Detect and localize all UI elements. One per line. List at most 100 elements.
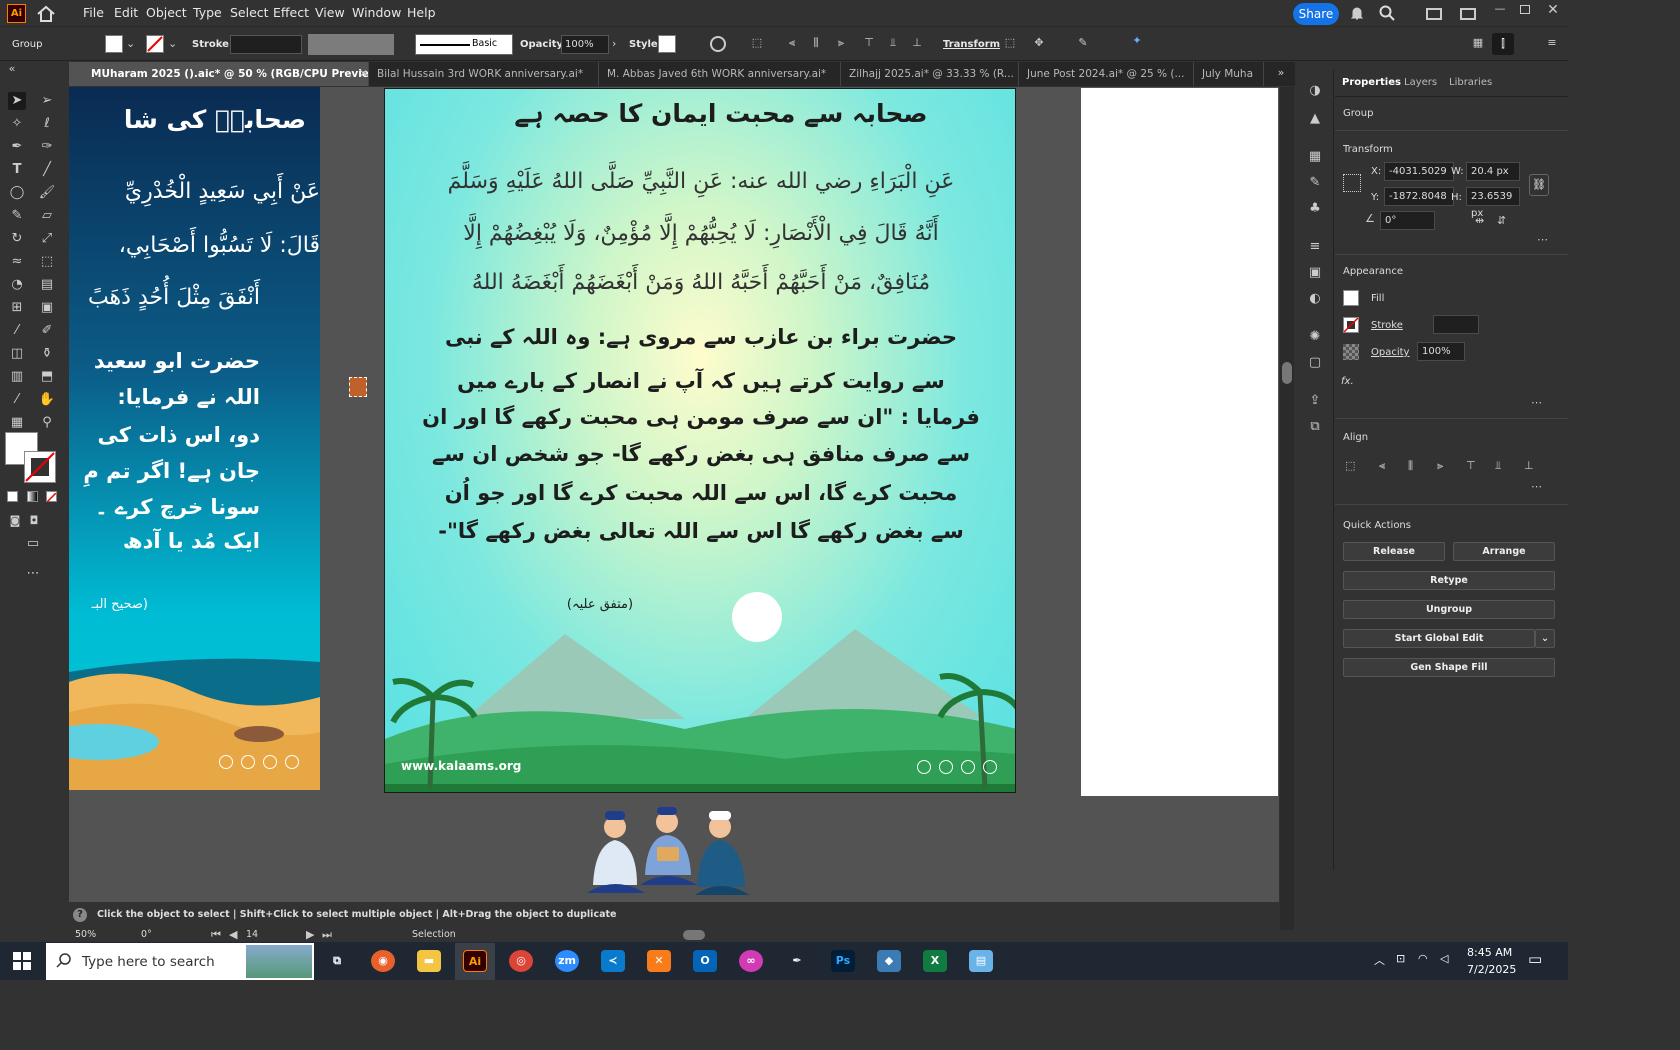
- image-trace-icon[interactable]: ▲: [1306, 110, 1324, 128]
- graphic-style-swatch[interactable]: [658, 35, 676, 53]
- draw-normal-icon[interactable]: ◙: [6, 512, 24, 530]
- workspace-icon[interactable]: [1460, 8, 1476, 20]
- brushes-icon[interactable]: ✎: [1306, 174, 1324, 192]
- align-bottom-icon[interactable]: ⊥: [1524, 459, 1534, 472]
- opacity-label[interactable]: Opacity: [1371, 347, 1409, 358]
- eraser-tool-icon[interactable]: ▱: [38, 207, 56, 225]
- tab-libraries[interactable]: Libraries: [1449, 77, 1492, 88]
- export-icon[interactable]: ⇪: [1306, 392, 1324, 410]
- menu-select[interactable]: Select: [230, 5, 269, 20]
- rotate-input[interactable]: 0°: [1380, 211, 1435, 230]
- fill-swatch[interactable]: [1343, 290, 1359, 306]
- tab-abbas[interactable]: M. Abbas Javed 6th WORK anniversary.ai*: [599, 62, 841, 86]
- stroke-panel-icon[interactable]: ≡: [1306, 238, 1324, 256]
- variable-width-profile[interactable]: [308, 34, 394, 55]
- line-tool-icon[interactable]: ╱: [38, 161, 56, 179]
- wifi-icon[interactable]: ◠: [1418, 952, 1428, 965]
- pen-app-icon[interactable]: ✒: [785, 950, 809, 972]
- color-panel-icon[interactable]: ◑: [1306, 82, 1324, 100]
- more-options-icon[interactable]: ⋯: [1531, 396, 1542, 409]
- task-view-icon[interactable]: ⧉: [325, 950, 349, 972]
- pen-tool-icon[interactable]: ✒: [8, 138, 26, 156]
- swatches-icon[interactable]: ▦: [1306, 148, 1324, 166]
- xampp-icon[interactable]: ✕: [647, 950, 671, 972]
- scale-tool-icon[interactable]: ⤢: [38, 230, 56, 248]
- windows-start-icon[interactable]: [13, 952, 31, 970]
- paintbrush-tool-icon[interactable]: 🖌: [38, 184, 56, 202]
- symbol-sprayer-tool-icon[interactable]: ⚱: [38, 345, 56, 363]
- align-middle-icon[interactable]: ⫫: [885, 36, 901, 50]
- artboards-panel-icon[interactable]: ⧉: [1306, 418, 1324, 436]
- collapse-toolbar-icon[interactable]: «: [6, 62, 18, 75]
- mesh-tool-icon[interactable]: ⊞: [8, 299, 26, 317]
- opacity-input[interactable]: 100%: [561, 35, 609, 54]
- prev-artboard-icon[interactable]: ◀: [229, 928, 237, 941]
- align-to-icon[interactable]: ⬚: [1345, 459, 1355, 472]
- zoom-icon[interactable]: zm: [555, 950, 579, 972]
- stroke-weight-input[interactable]: [230, 35, 302, 54]
- align-top-icon[interactable]: ⊤: [861, 36, 877, 49]
- align-center-icon[interactable]: ⫼: [808, 36, 824, 50]
- puppet-warp-icon[interactable]: ✥: [1030, 36, 1048, 49]
- menu-icon[interactable]: ≡: [1544, 36, 1560, 49]
- menu-file[interactable]: File: [83, 5, 104, 20]
- envelope-icon[interactable]: ✎: [1074, 36, 1092, 49]
- last-artboard-icon[interactable]: ⏭: [322, 928, 332, 942]
- tab-bilal[interactable]: Bilal Hussain 3rd WORK anniversary.ai*: [369, 62, 599, 86]
- flip-horizontal-icon[interactable]: ⇹: [1475, 214, 1484, 227]
- start-global-edit-button[interactable]: Start Global Edit: [1343, 629, 1535, 648]
- chevron-up-icon[interactable]: ︿: [1374, 952, 1385, 968]
- artboard-tool-icon[interactable]: ⬒: [38, 368, 56, 386]
- menu-help[interactable]: Help: [407, 5, 436, 20]
- constrain-proportions-icon[interactable]: ⛓: [1529, 174, 1549, 196]
- fill-swatch[interactable]: [105, 35, 123, 53]
- creative-cloud-icon[interactable]: ∞: [739, 950, 763, 972]
- fill-label[interactable]: Fill: [1371, 293, 1384, 304]
- selected-group-bounding-box[interactable]: [349, 377, 367, 397]
- flip-vertical-icon[interactable]: ⇵: [1497, 214, 1506, 227]
- artboard-left[interactable]: صحابہؓ کی شا عَنْ أَبِي سَعِيدٍ الْخُدْر…: [69, 87, 320, 790]
- tab-muharam[interactable]: MUharam 2025 ().aic* @ 50 % (RGB/CPU Pre…: [69, 62, 369, 86]
- transform-link[interactable]: Transform: [943, 39, 1000, 50]
- align-bottom-icon[interactable]: ⊥: [909, 36, 925, 49]
- arrange-icon[interactable]: ▦: [1470, 36, 1486, 49]
- chevron-down-icon[interactable]: ⌄: [126, 37, 135, 50]
- clock-time[interactable]: 8:45 AM: [1467, 946, 1512, 959]
- chevron-down-icon[interactable]: ⌄: [1535, 629, 1555, 648]
- warp-tool-icon[interactable]: ≈: [8, 253, 26, 271]
- firefox-icon[interactable]: ◉: [371, 950, 395, 972]
- restore-icon[interactable]: [1520, 5, 1530, 14]
- clock-date[interactable]: 7/2/2025: [1467, 963, 1516, 976]
- excel-icon[interactable]: X: [923, 950, 947, 972]
- align-left-icon[interactable]: ⫷: [784, 36, 800, 50]
- menu-view[interactable]: View: [315, 5, 345, 20]
- more-options-icon[interactable]: ⋯: [1537, 233, 1548, 246]
- graph-tool-icon[interactable]: ▥: [8, 368, 26, 386]
- isolate-icon[interactable]: ⬚: [1001, 36, 1019, 49]
- perspective-grid-tool-icon[interactable]: ▤: [38, 276, 56, 294]
- share-button[interactable]: Share: [1293, 3, 1339, 25]
- align-right-icon[interactable]: ⫸: [833, 36, 849, 50]
- y-input[interactable]: -1872.8048: [1384, 187, 1454, 206]
- zoom-tool-icon[interactable]: ⚲: [38, 414, 56, 432]
- rotate-view[interactable]: 0°: [141, 929, 152, 940]
- volume-icon[interactable]: ◁: [1440, 952, 1448, 965]
- slice-tool-icon[interactable]: ⁄: [8, 391, 26, 409]
- tab-june[interactable]: June Post 2024.ai* @ 25 % (...: [1019, 62, 1194, 86]
- chrome-icon[interactable]: ◎: [509, 950, 533, 972]
- align-right-icon[interactable]: ⫸: [1437, 459, 1443, 473]
- align-center-icon[interactable]: ⫼: [1408, 459, 1413, 473]
- x-input[interactable]: -4031.5029: [1384, 162, 1454, 181]
- reference-point-icon[interactable]: [1343, 174, 1361, 192]
- notifications-icon[interactable]: ▭: [1528, 950, 1542, 968]
- ungroup-button[interactable]: Ungroup: [1343, 600, 1555, 619]
- artboard-main[interactable]: صحابہ سے محبت ایمان کا حصہ ہے عَنِ الْبَ…: [384, 88, 1016, 793]
- taskbar-search[interactable]: Type here to search: [46, 943, 314, 980]
- appearance-panel-icon[interactable]: ✺: [1306, 328, 1324, 346]
- quick-action-icon[interactable]: ✦: [1128, 34, 1146, 47]
- readers-illustration[interactable]: [585, 805, 755, 900]
- minimize-icon[interactable]: —: [1493, 2, 1507, 15]
- network-icon[interactable]: ⊡: [1396, 952, 1405, 965]
- align-left-icon[interactable]: ⫷: [1379, 459, 1385, 473]
- gradient-mode-icon[interactable]: [27, 491, 38, 502]
